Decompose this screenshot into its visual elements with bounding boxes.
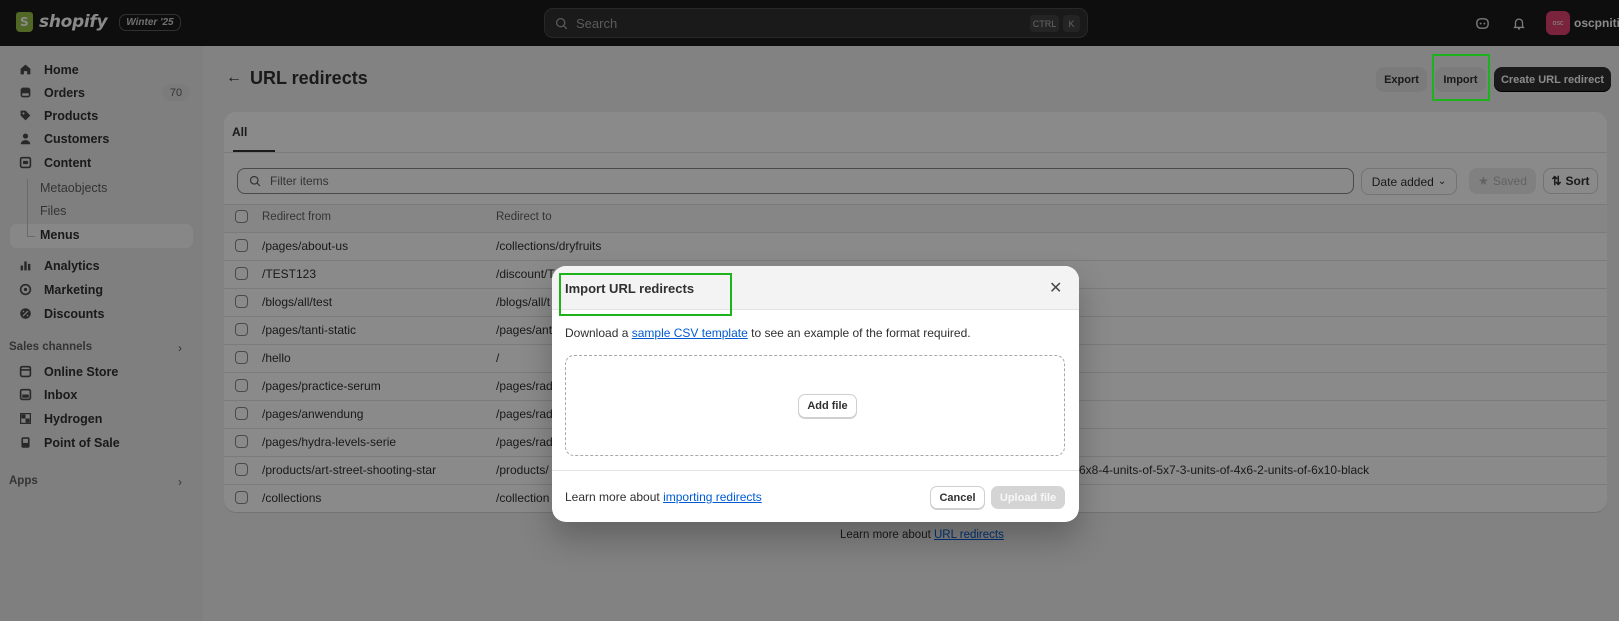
modal-description: Download a sample CSV template to see an… <box>565 326 971 340</box>
file-dropzone[interactable]: Add file <box>565 355 1065 456</box>
modal-title-highlight <box>559 273 732 316</box>
add-file-button[interactable]: Add file <box>798 394 857 418</box>
import-button-highlight <box>1432 54 1490 101</box>
modal-desc-prefix: Download a <box>565 326 632 340</box>
learn-prefix: Learn more about <box>565 490 664 504</box>
sample-csv-template-link[interactable]: sample CSV template <box>632 326 748 340</box>
upload-file-button[interactable]: Upload file <box>991 486 1065 509</box>
importing-redirects-link[interactable]: importing redirects <box>663 490 762 504</box>
cancel-button[interactable]: Cancel <box>930 486 985 509</box>
learn-more-importing: Learn more about importing redirects <box>565 490 762 504</box>
modal-desc-suffix: to see an example of the format required… <box>747 326 971 340</box>
divider <box>552 470 1079 471</box>
close-icon[interactable]: ✕ <box>1049 278 1062 298</box>
